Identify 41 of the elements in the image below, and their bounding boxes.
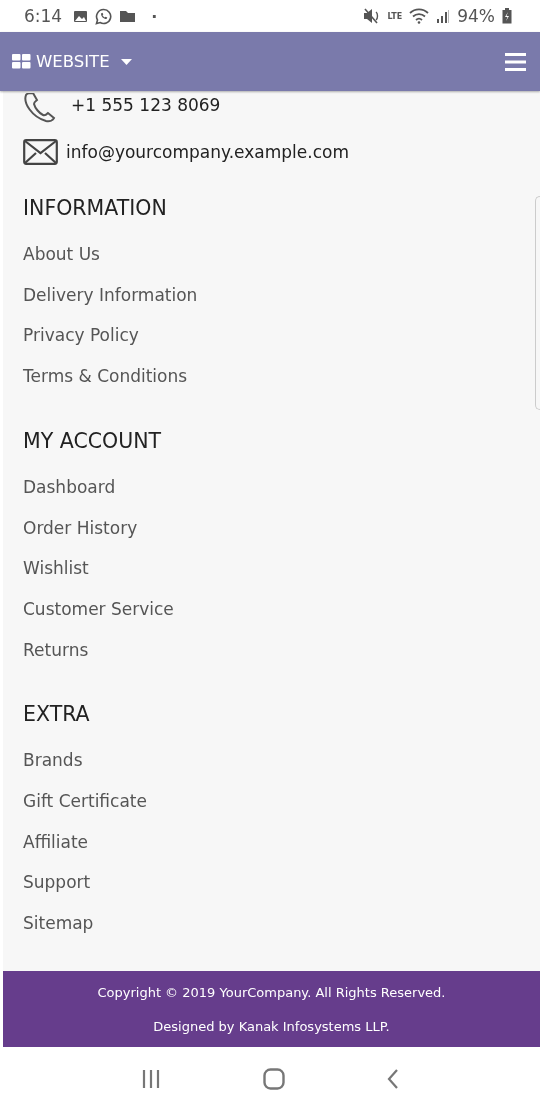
grid-icon [12,54,31,69]
footer-link[interactable]: Dashboard [23,466,116,508]
network-label: LTE [387,11,403,21]
footer-link[interactable]: Gift Certificate [23,781,147,822]
footer-link[interactable]: Privacy Policy [23,315,139,357]
footer-link[interactable]: Wishlist [23,548,89,589]
envelope-icon [23,139,58,165]
home-icon[interactable] [263,1067,285,1090]
image-icon [73,9,89,23]
footer-link[interactable]: Customer Service [23,588,174,630]
back-icon[interactable] [387,1068,399,1089]
section-heading: INFORMATION [23,195,168,222]
footer-link[interactable]: Order History [23,507,138,549]
signal-icon [436,8,451,24]
footer-link[interactable]: Sitemap [23,903,94,944]
menu-button[interactable] [505,52,526,71]
phone-number: +1 555 123 8069 [71,95,221,115]
footer-link[interactable]: About Us [23,234,100,275]
battery-icon [502,8,512,24]
footer-link[interactable]: Terms & Conditions [23,356,188,397]
menu-icon [505,52,526,71]
section-heading: MY ACCOUNT [23,427,162,455]
section-heading: EXTRA [23,701,91,729]
email-link[interactable]: info@yourcompany.example.com [66,142,349,162]
footer-link[interactable]: Support [23,862,91,904]
credit-text: Designed by Kanak Infosystems LLP. [153,1018,390,1034]
recent-apps-icon[interactable] [141,1068,161,1089]
footer-link[interactable]: Delivery Information [23,274,198,316]
footer-link[interactable]: Affiliate [23,821,89,863]
notification-dot: · [151,6,158,26]
footer-link[interactable]: Brands [23,740,83,782]
website-menu-button[interactable]: WEBSITE [12,52,132,71]
folder-icon [119,9,137,23]
copyright-text: Copyright © 2019 YourCompany. All Rights Reserved. [97,984,446,1000]
caret-icon [120,58,132,65]
chat-icon [95,7,113,25]
footer-link[interactable]: Returns [23,629,89,671]
status-time: 6:14 [24,6,63,26]
battery-percent: 94% [457,6,495,26]
wifi-icon [409,8,430,24]
mute-icon [362,8,381,24]
